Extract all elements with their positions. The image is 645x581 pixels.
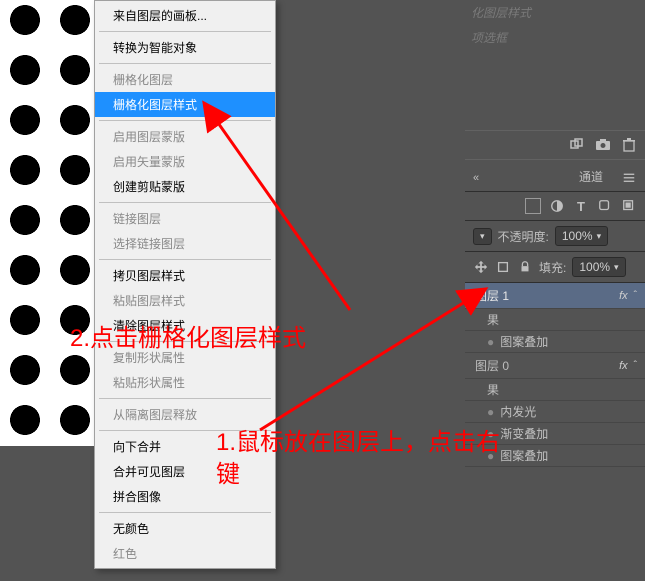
lock-move-icon[interactable]	[473, 259, 489, 275]
arrange-icon[interactable]	[569, 137, 585, 153]
effects-row[interactable]: 果	[465, 379, 645, 401]
menu-no-color[interactable]: 无颜色	[95, 516, 275, 541]
truncated-text-1: 化图层样式	[465, 0, 645, 25]
filter-type-icon[interactable]: T	[573, 198, 589, 214]
lock-artboard-icon[interactable]	[495, 259, 511, 275]
menu-separator	[99, 63, 271, 64]
lock-fill-row: 填充: 100%▾	[465, 252, 645, 283]
truncated-text-2: 项选框	[465, 25, 645, 50]
opacity-label: 不透明度:	[498, 228, 549, 245]
menu-enable-layer-mask: 启用图层蒙版	[95, 124, 275, 149]
menu-separator	[99, 202, 271, 203]
layer-name: 图层 1	[475, 287, 613, 304]
panel-tabs: « 通道	[465, 160, 645, 192]
fill-label: 填充:	[539, 259, 566, 276]
filter-smart-icon[interactable]	[621, 198, 637, 214]
collapse-button[interactable]: «	[473, 172, 479, 184]
trash-icon[interactable]	[621, 137, 637, 153]
layer-filter-row: T	[465, 192, 645, 221]
effect-inner-glow[interactable]: ●内发光	[465, 401, 645, 423]
menu-select-linked-layers: 选择链接图层	[95, 231, 275, 256]
menu-merge-down[interactable]: 向下合并	[95, 434, 275, 459]
menu-rasterize-layer-style[interactable]: 栅格化图层样式	[95, 92, 275, 117]
menu-paste-layer-style: 粘贴图层样式	[95, 288, 275, 313]
menu-separator	[99, 31, 271, 32]
menu-rasterize-layer: 栅格化图层	[95, 67, 275, 92]
menu-copy-layer-style[interactable]: 拷贝图层样式	[95, 263, 275, 288]
lock-all-icon[interactable]	[517, 259, 533, 275]
menu-separator	[99, 120, 271, 121]
effect-gradient-overlay[interactable]: ●渐变叠加	[465, 423, 645, 445]
menu-separator	[99, 398, 271, 399]
layer-row-layer0[interactable]: 图层 0 fx ˆ	[465, 353, 645, 379]
menu-create-clipping-mask[interactable]: 创建剪贴蒙版	[95, 174, 275, 199]
expand-effects-icon[interactable]: ˆ	[634, 360, 637, 371]
menu-clear-layer-style[interactable]: 清除图层样式	[95, 313, 275, 338]
effect-pattern-overlay[interactable]: ●图案叠加	[465, 445, 645, 467]
effects-row[interactable]: 果	[465, 309, 645, 331]
effect-pattern-overlay[interactable]: ●图案叠加	[465, 331, 645, 353]
menu-convert-smart-object[interactable]: 转换为智能对象	[95, 35, 275, 60]
layer-context-menu: 来自图层的画板... 转换为智能对象 栅格化图层 栅格化图层样式 启用图层蒙版 …	[94, 0, 276, 569]
expand-effects-icon[interactable]: ˆ	[634, 290, 637, 301]
blend-mode-dropdown[interactable]: ▾	[473, 228, 492, 245]
fx-badge[interactable]: fx	[619, 360, 628, 372]
filter-adjust-icon[interactable]	[549, 198, 565, 214]
menu-enable-vector-mask: 启用矢量蒙版	[95, 149, 275, 174]
menu-red: 红色	[95, 541, 275, 566]
menu-artboard-from-layers[interactable]: 来自图层的画板...	[95, 3, 275, 28]
menu-link-layers: 链接图层	[95, 206, 275, 231]
layer-name: 图层 0	[475, 357, 613, 374]
filter-pixel-icon[interactable]	[525, 198, 541, 214]
panel-toolbar	[465, 131, 645, 159]
blend-opacity-row: ▾ 不透明度: 100%▾	[465, 221, 645, 252]
menu-separator	[99, 259, 271, 260]
opacity-input[interactable]: 100%▾	[555, 226, 608, 246]
layer-row-layer1[interactable]: 图层 1 fx ˆ	[465, 283, 645, 309]
filter-shape-icon[interactable]	[597, 198, 613, 214]
tab-channels[interactable]: 通道	[573, 164, 609, 191]
menu-merge-visible[interactable]: 合并可见图层	[95, 459, 275, 484]
right-panels: 化图层样式 项选框 « 通道 T ▾ 不透明度: 100%▾	[465, 0, 645, 581]
menu-separator	[99, 341, 271, 342]
camera-icon[interactable]	[595, 137, 611, 153]
menu-flatten[interactable]: 拼合图像	[95, 484, 275, 509]
document-canvas[interactable]	[0, 0, 104, 446]
menu-separator	[99, 430, 271, 431]
menu-paste-shape-attrs: 粘贴形状属性	[95, 370, 275, 395]
panel-menu-icon[interactable]	[621, 170, 637, 186]
menu-release-from-isolation: 从隔离图层释放	[95, 402, 275, 427]
fx-badge[interactable]: fx	[619, 290, 628, 302]
menu-copy-shape-attrs: 复制形状属性	[95, 345, 275, 370]
fill-input[interactable]: 100%▾	[572, 257, 625, 277]
menu-separator	[99, 512, 271, 513]
